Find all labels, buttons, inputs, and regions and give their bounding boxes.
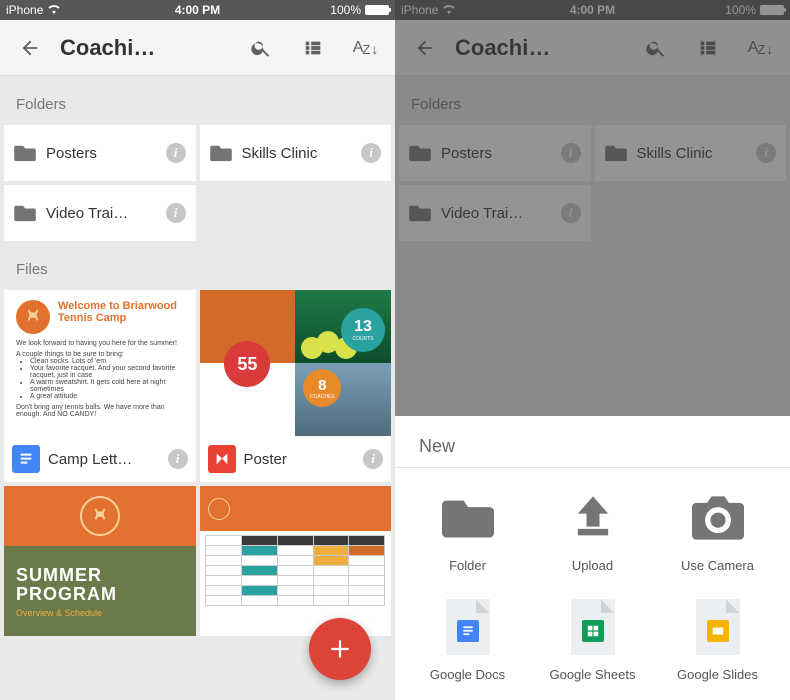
folder-icon [440, 490, 496, 546]
new-bottom-sheet: New Folder Upload Use Camera Google Docs… [395, 416, 790, 700]
file-name: Camp Lett… [48, 451, 160, 468]
upload-icon [565, 490, 621, 546]
folder-icon [14, 204, 36, 222]
bubble-number: 8 [318, 377, 326, 394]
file-thumbnail [200, 486, 392, 636]
divider [395, 467, 790, 468]
google-slides-icon [208, 445, 236, 473]
info-icon[interactable]: i [166, 203, 186, 223]
bubble-number: 55 [237, 354, 257, 375]
google-docs-icon [446, 599, 490, 655]
folder-item[interactable]: Video Trai… i [4, 185, 196, 241]
clock: 4:00 PM [175, 3, 220, 17]
back-button[interactable] [8, 26, 52, 70]
file-item[interactable]: Welcome to Briarwood Tennis Camp We look… [4, 290, 196, 482]
sheet-item-label: Google Sheets [549, 667, 635, 682]
folder-name: Posters [46, 145, 156, 162]
file-grid: Welcome to Briarwood Tennis Camp We look… [0, 290, 395, 636]
sort-button[interactable]: AZ↓ [343, 26, 387, 70]
new-google-slides-button[interactable]: Google Slides [655, 599, 780, 682]
new-folder-button[interactable]: Folder [405, 490, 530, 573]
schedule-preview [205, 535, 385, 606]
sheet-title: New [395, 432, 790, 467]
google-slides-icon [696, 599, 740, 655]
use-camera-button[interactable]: Use Camera [655, 490, 780, 573]
folder-icon [14, 144, 36, 162]
camera-icon [690, 490, 746, 546]
google-sheets-icon [571, 599, 615, 655]
folder-item[interactable]: Posters i [4, 125, 196, 181]
carrier-label: iPhone [6, 3, 43, 17]
screen-drive-new-sheet: iPhone 4:00 PM 100% Coachi… AZ↓ Folders … [395, 0, 790, 700]
new-google-sheets-button[interactable]: Google Sheets [530, 599, 655, 682]
new-google-docs-button[interactable]: Google Docs [405, 599, 530, 682]
sheet-item-label: Upload [572, 558, 613, 573]
file-name: Poster [244, 451, 356, 468]
folder-name: Video Trai… [46, 205, 156, 222]
sheet-item-label: Google Slides [677, 667, 758, 682]
folder-grid: Posters i Skills Clinic i Video Trai… i [0, 125, 395, 241]
page-title: Coachi… [60, 35, 155, 61]
folder-name: Skills Clinic [242, 145, 352, 162]
folder-icon [210, 144, 232, 162]
files-section-label: Files [0, 241, 395, 290]
sheet-item-label: Use Camera [681, 558, 754, 573]
upload-button[interactable]: Upload [530, 490, 655, 573]
app-bar: Coachi… AZ↓ [0, 20, 395, 76]
file-thumbnail: 13COURTS 55 8COACHES [200, 290, 392, 436]
google-docs-icon [12, 445, 40, 473]
new-fab[interactable] [309, 618, 371, 680]
thumb-sub: Overview & Schedule [16, 608, 117, 618]
view-list-button[interactable] [291, 26, 335, 70]
bubble-sub: COURTS [352, 336, 373, 342]
briarwood-badge-icon [208, 498, 230, 520]
screen-drive-list: iPhone 4:00 PM 100% Coachi… AZ↓ Folders [0, 0, 395, 700]
bubble-sub: COACHES [310, 394, 335, 400]
wifi-icon [47, 3, 61, 17]
file-thumbnail: Welcome to Briarwood Tennis Camp We look… [4, 290, 196, 436]
sheet-item-label: Folder [449, 558, 486, 573]
thumb-line: PROGRAM [16, 584, 117, 604]
file-item[interactable]: SUMMERPROGRAM Overview & Schedule [4, 486, 196, 636]
file-thumbnail: SUMMERPROGRAM Overview & Schedule [4, 486, 196, 636]
briarwood-badge-icon [80, 496, 120, 536]
info-icon[interactable]: i [363, 449, 383, 469]
search-button[interactable] [239, 26, 283, 70]
battery-pct: 100% [330, 3, 361, 17]
info-icon[interactable]: i [166, 143, 186, 163]
briarwood-badge-icon [16, 300, 50, 334]
thumb-line: SUMMER [16, 565, 102, 585]
battery-icon [365, 5, 389, 15]
file-item[interactable] [200, 486, 392, 636]
status-bar: iPhone 4:00 PM 100% [0, 0, 395, 20]
info-icon[interactable]: i [361, 143, 381, 163]
plus-icon [327, 636, 353, 662]
info-icon[interactable]: i [168, 449, 188, 469]
sheet-item-label: Google Docs [430, 667, 505, 682]
file-item[interactable]: 13COURTS 55 8COACHES Poster i [200, 290, 392, 482]
bubble-number: 13 [354, 318, 372, 336]
folder-item[interactable]: Skills Clinic i [200, 125, 392, 181]
folders-section-label: Folders [0, 76, 395, 125]
